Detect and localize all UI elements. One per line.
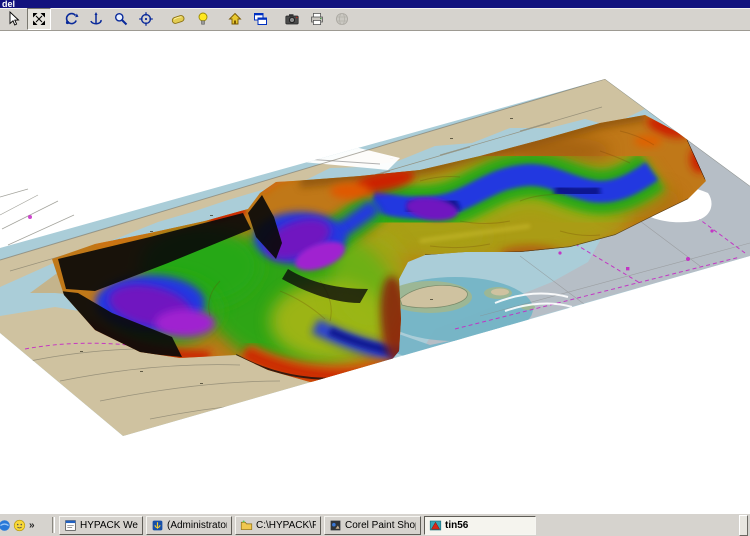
- internet-explorer-icon[interactable]: [0, 519, 11, 532]
- corel-icon: [329, 519, 342, 532]
- taskbar-separator: [52, 517, 55, 533]
- lighting-icon: [195, 11, 211, 27]
- toolbar-button-rotate-view-x[interactable]: [59, 8, 83, 30]
- snapshot-camera-icon: [284, 11, 300, 27]
- taskbar-button-hypack-shell[interactable]: (Administrator) Hypack -...: [146, 516, 232, 535]
- world-globe-icon: [334, 11, 350, 27]
- hypack-icon: [151, 519, 164, 532]
- center-target-icon: [138, 11, 154, 27]
- window-title: del: [2, 0, 15, 8]
- toolbar-button-print[interactable]: [305, 8, 329, 30]
- messenger-icon[interactable]: [13, 519, 26, 532]
- taskbar-button-tin56[interactable]: tin56: [424, 516, 536, 535]
- taskbar-button-label: HYPACK Web Document...: [80, 520, 138, 531]
- taskbar-button-label: tin56: [445, 520, 468, 531]
- zoom-extents-icon: [31, 11, 47, 27]
- toolbar-button-world-globe[interactable]: [330, 8, 354, 30]
- quick-launch: »: [2, 519, 48, 532]
- taskbar-button-label: (Administrator) Hypack -...: [167, 520, 227, 531]
- tin-scene: [0, 31, 750, 513]
- toolbar-button-lighting[interactable]: [191, 8, 215, 30]
- toolbar-button-fly-mode[interactable]: [166, 8, 190, 30]
- toolbar-button-select-cursor[interactable]: [2, 8, 26, 30]
- folder-icon: [240, 519, 253, 532]
- toolbar-button-zoom-tool[interactable]: [109, 8, 133, 30]
- cascade-windows-icon: [252, 11, 268, 27]
- system-tray-edge[interactable]: [739, 515, 748, 536]
- taskbar-button-projects-folder[interactable]: C:\HYPACK\Projects\Del...: [235, 516, 321, 535]
- taskbar-button-label: Corel Paint Shop Pro Phot...: [345, 520, 416, 531]
- toolbar-button-zoom-extents[interactable]: [27, 8, 51, 30]
- quick-launch-overflow-chevron[interactable]: »: [28, 520, 36, 531]
- toolbar-button-center-target[interactable]: [134, 8, 158, 30]
- toolbar-button-snapshot-camera[interactable]: [280, 8, 304, 30]
- toolbar-button-rotate-view-z[interactable]: [84, 8, 108, 30]
- home-view-icon: [227, 11, 243, 27]
- select-cursor-icon: [6, 11, 22, 27]
- rotate-view-z-icon: [88, 11, 104, 27]
- web-document-icon: [64, 519, 77, 532]
- taskbar-button-label: C:\HYPACK\Projects\Del...: [256, 520, 316, 531]
- zoom-tool-icon: [113, 11, 129, 27]
- rotate-view-x-icon: [63, 11, 79, 27]
- print-icon: [309, 11, 325, 27]
- main-toolbar: [0, 8, 750, 31]
- toolbar-button-cascade-windows[interactable]: [248, 8, 272, 30]
- taskbar: » HYPACK Web Document... (Administrator)…: [0, 513, 750, 536]
- tin-model-icon: [429, 519, 442, 532]
- tin-3d-viewport[interactable]: [0, 31, 750, 513]
- toolbar-button-home-view[interactable]: [223, 8, 247, 30]
- fly-mode-icon: [170, 11, 186, 27]
- taskbar-button-corel-paint-shop[interactable]: Corel Paint Shop Pro Phot...: [324, 516, 421, 535]
- taskbar-button-hypack-web-document[interactable]: HYPACK Web Document...: [59, 516, 143, 535]
- window-titlebar[interactable]: del: [0, 0, 750, 8]
